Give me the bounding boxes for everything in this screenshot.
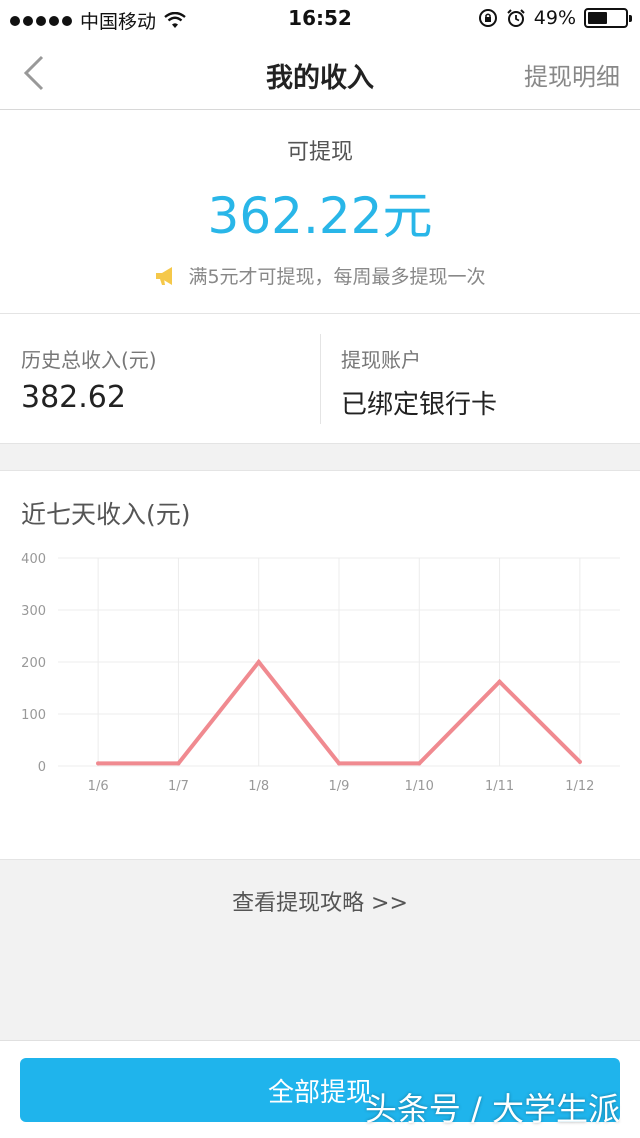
balance-section: 可提现 362.22元 满5元才可提现，每周最多提现一次 — [0, 110, 640, 314]
weekly-income-chart: 0 100 200 300 400 1/6 1/7 1/8 1/9 1/10 1/11 1/12 — [21, 552, 620, 794]
chart-title: 近七天收入(元) — [21, 500, 191, 529]
data-point — [256, 660, 261, 664]
x-tick-label: 1/7 — [168, 779, 189, 794]
withdraw-account-value: 已绑定银行卡 — [341, 390, 498, 420]
total-income-value: 382.62 — [21, 380, 126, 415]
y-tick-label: 400 — [21, 552, 46, 567]
income-summary: 历史总收入(元) 382.62 提现账户 已绑定银行卡 — [0, 314, 640, 444]
nav-bar: 我的收入 提现明细 — [0, 36, 640, 110]
status-bar: 中国移动 16:52 49% — [0, 0, 640, 36]
y-tick-label: 100 — [21, 708, 46, 723]
x-tick-label: 1/6 — [88, 779, 109, 794]
data-point — [337, 761, 341, 766]
y-tick-label: 300 — [21, 604, 46, 619]
data-point — [497, 679, 502, 684]
withdraw-notice: 满5元才可提现，每周最多提现一次 — [0, 262, 640, 289]
withdraw-notice-text: 满5元才可提现，每周最多提现一次 — [188, 266, 486, 288]
x-tick-label: 1/9 — [329, 779, 350, 794]
data-point — [417, 761, 422, 766]
withdraw-account-label: 提现账户 — [341, 348, 421, 372]
bottom-bar: 全部提现 — [0, 1040, 640, 1138]
megaphone-icon — [156, 266, 173, 285]
withdraw-detail-link[interactable]: 提现明细 — [524, 57, 620, 92]
weekly-income-chart-section: 近七天收入(元) 0 100 200 300 400 1/6 1/7 1/8 1/9 1/10 1/… — [0, 470, 640, 860]
y-tick-label: 0 — [38, 760, 46, 775]
withdraw-all-button[interactable]: 全部提现 — [20, 1058, 620, 1122]
alarm-icon — [507, 9, 525, 27]
back-chevron-icon[interactable] — [18, 54, 52, 92]
withdraw-account-block[interactable]: 提现账户 已绑定银行卡 — [320, 314, 640, 444]
battery-percent: 49% — [533, 7, 576, 29]
total-income-label: 历史总收入(元) — [21, 348, 157, 372]
data-point — [577, 759, 582, 764]
x-tick-label: 1/12 — [565, 779, 594, 794]
y-tick-label: 200 — [21, 656, 46, 671]
x-tick-label: 1/10 — [405, 779, 434, 794]
x-tick-label: 1/11 — [485, 779, 514, 794]
withdraw-guide-link[interactable]: 查看提现攻略 >> — [0, 885, 640, 917]
total-income-block: 历史总收入(元) 382.62 — [0, 314, 320, 444]
rotation-lock-icon — [478, 9, 497, 27]
x-tick-label: 1/8 — [248, 779, 269, 794]
battery-icon — [584, 8, 632, 28]
balance-amount: 362.22元 — [207, 187, 433, 245]
data-point — [96, 761, 101, 766]
battery-level-fill — [588, 12, 607, 24]
balance-label: 可提现 — [286, 140, 353, 165]
data-point — [176, 761, 181, 766]
status-right: 49% — [478, 7, 632, 29]
